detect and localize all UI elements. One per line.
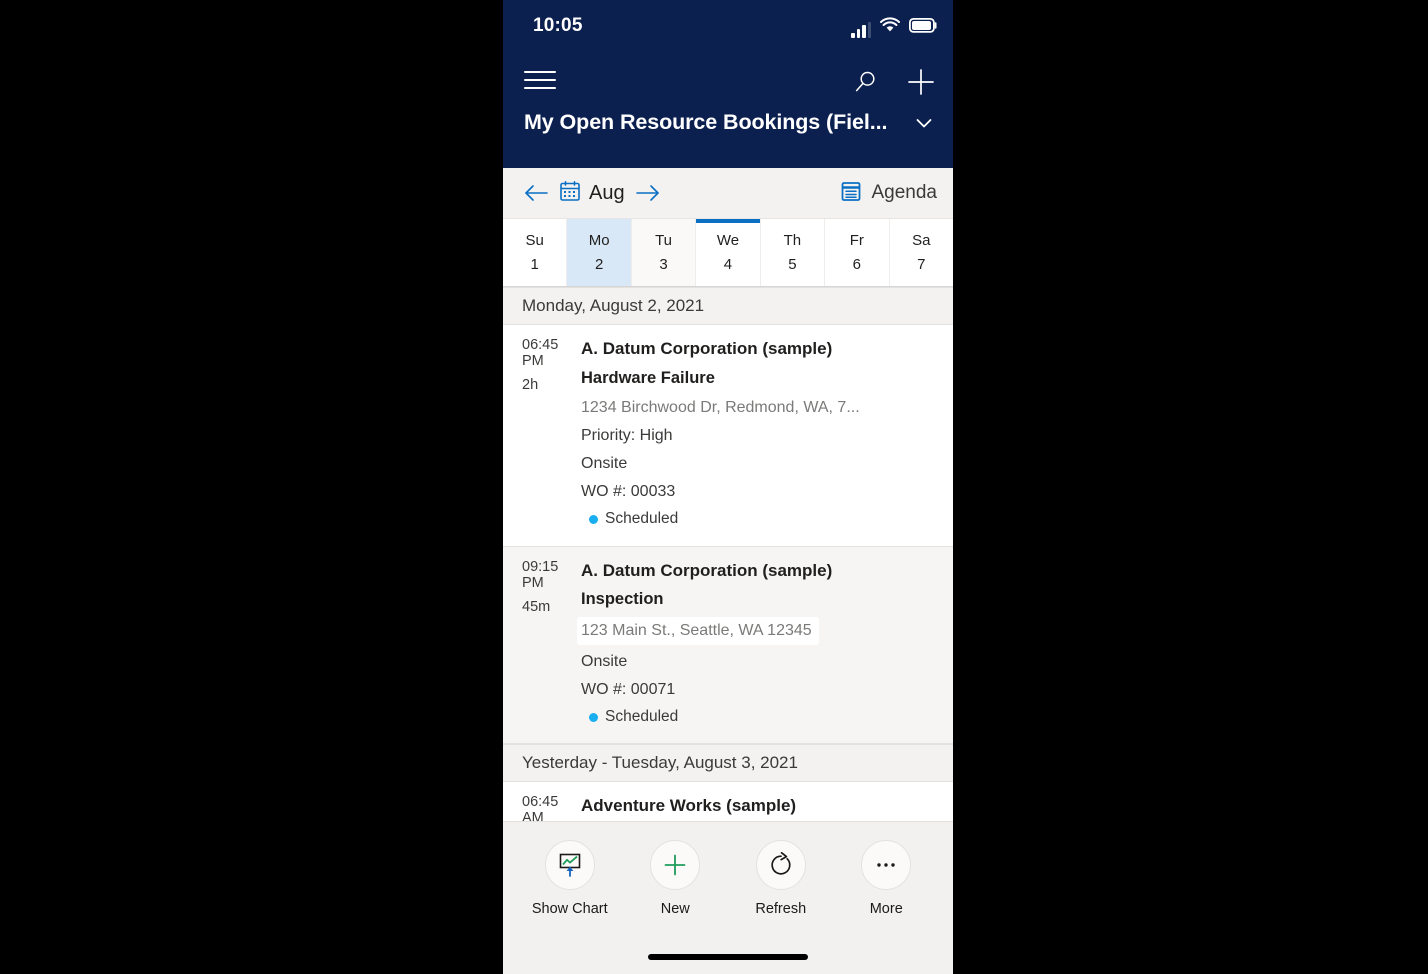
view-selector[interactable]: My Open Resource Bookings (Fiel... xyxy=(503,110,953,135)
battery-icon xyxy=(908,17,937,38)
booking-work-order-number: WO #: 00071 xyxy=(581,680,676,698)
booking-time-column: 09:15 PM 45m xyxy=(503,559,581,734)
day-of-week-label: Tu xyxy=(655,232,673,249)
day-cell-mo[interactable]: Mo 2 xyxy=(567,219,632,286)
app-bar: My Open Resource Bookings (Fiel... xyxy=(503,56,953,168)
signal-icon xyxy=(851,22,871,38)
booking-details: A. Datum Corporation (sample) Inspection 1… xyxy=(577,559,953,734)
booking-start-time: 06:45 AM xyxy=(522,794,559,821)
booking-list-item[interactable]: 06:45 PM 2h A. Datum Corporation (sample) H… xyxy=(503,325,953,547)
day-of-week-label: We xyxy=(716,232,740,249)
month-label: Aug xyxy=(589,181,625,204)
previous-period-button[interactable] xyxy=(519,178,553,208)
calendar-toolbar: Aug Agenda xyxy=(503,168,953,219)
bookings-list[interactable]: Monday, August 2, 2021 06:45 PM 2h A. Datum… xyxy=(503,287,953,821)
day-cell-we[interactable]: We 4 xyxy=(696,219,761,286)
home-indicator xyxy=(503,954,953,960)
agenda-label: Agenda xyxy=(871,182,937,203)
status-bar-clock: 10:05 xyxy=(533,15,583,36)
calendar-icon xyxy=(559,180,581,207)
plus-icon[interactable] xyxy=(650,840,701,890)
booking-details: Adventure Works (sample)456 Main St., Se… xyxy=(581,794,953,821)
booking-start-time: 06:45 PM xyxy=(522,337,559,369)
booking-location-type: Onsite xyxy=(581,454,628,472)
day-number-label: 5 xyxy=(788,256,797,273)
booking-location-type: Onsite xyxy=(581,652,628,670)
command-button-more[interactable]: More xyxy=(834,840,940,917)
command-label: More xyxy=(869,901,903,917)
booking-list-item[interactable]: 09:15 PM 45m A. Datum Corporation (sample)… xyxy=(503,546,953,745)
day-number-label: 3 xyxy=(659,256,668,273)
day-number-label: 6 xyxy=(852,256,861,273)
agenda-view-button[interactable]: Agenda xyxy=(840,180,937,207)
week-day-strip: Su 1 Mo 2 Tu 3 We 4 Th 5 Fr 6 Sa 7 xyxy=(503,219,953,287)
day-of-week-label: Su xyxy=(525,232,544,249)
day-number-label: 2 xyxy=(594,256,604,273)
booking-account-name: Adventure Works (sample) xyxy=(581,796,797,816)
next-period-button[interactable] xyxy=(631,178,665,208)
day-cell-sa[interactable]: Sa 7 xyxy=(889,219,953,286)
day-of-week-label: Th xyxy=(783,232,802,249)
day-cell-tu[interactable]: Tu 3 xyxy=(631,219,697,286)
command-label: Show Chart xyxy=(531,901,608,917)
search-icon[interactable] xyxy=(847,64,883,100)
booking-work-order-number: WO #: 00033 xyxy=(581,483,676,501)
command-button-new[interactable]: New xyxy=(623,840,729,917)
new-record-plus-icon[interactable] xyxy=(903,64,939,100)
booking-duration: 2h xyxy=(522,377,539,393)
booking-account-name: A. Datum Corporation (sample) xyxy=(581,560,833,580)
refresh-icon[interactable] xyxy=(755,840,806,890)
phone-screen: 10:05 My Open Resource Bookings (Fiel...… xyxy=(503,0,953,974)
booking-address: 123 Main St., Seattle, WA 12345 xyxy=(577,617,819,645)
status-dot-icon xyxy=(589,712,598,722)
wifi-icon xyxy=(880,17,900,38)
status-dot-icon xyxy=(589,515,598,525)
status-bar: 10:05 xyxy=(503,0,953,56)
booking-time-column: 06:45 AM30m xyxy=(503,794,581,821)
day-of-week-label: Mo xyxy=(588,232,610,249)
booking-start-time: 09:15 PM xyxy=(522,558,559,591)
chevron-down-icon[interactable] xyxy=(913,112,935,134)
booking-duration: 45m xyxy=(522,598,551,615)
day-cell-th[interactable]: Th 5 xyxy=(760,219,826,286)
show-chart-icon[interactable] xyxy=(544,840,595,890)
date-group-header: Yesterday - Tuesday, August 3, 2021 xyxy=(503,744,953,783)
hamburger-menu-icon[interactable] xyxy=(524,68,556,92)
booking-address: 1234 Birchwood Dr, Redmond, WA, 7... xyxy=(581,398,860,416)
booking-list-item[interactable]: 06:45 AM30mAdventure Works (sample)456 M… xyxy=(503,782,953,821)
app-bar-actions xyxy=(847,64,939,100)
command-label: Refresh xyxy=(755,901,807,917)
booking-time-column: 06:45 PM 2h xyxy=(503,337,581,536)
day-number-label: 1 xyxy=(530,256,539,273)
booking-work-type: Inspection xyxy=(581,590,664,609)
booking-account-name: A. Datum Corporation (sample) xyxy=(581,339,833,358)
month-picker-button[interactable]: Aug xyxy=(559,180,625,207)
agenda-calendar-icon xyxy=(840,180,862,207)
day-number-label: 4 xyxy=(723,256,733,273)
booking-priority: Priority: High xyxy=(581,426,673,444)
status-bar-icons xyxy=(851,16,937,38)
day-of-week-label: Fr xyxy=(849,232,864,249)
booking-status: Scheduled xyxy=(581,508,941,530)
command-bar: Show Chart New Refresh More xyxy=(503,821,953,917)
command-button-show-chart[interactable]: Show Chart xyxy=(517,840,623,917)
status-label: Scheduled xyxy=(605,707,679,725)
booking-status: Scheduled xyxy=(581,706,941,728)
status-label: Scheduled xyxy=(605,510,679,528)
day-of-week-label: Sa xyxy=(912,232,931,249)
date-group-header: Monday, August 2, 2021 xyxy=(503,287,953,325)
booking-details: A. Datum Corporation (sample) Hardware Fa… xyxy=(581,337,953,536)
ellipsis-icon[interactable] xyxy=(861,840,912,890)
command-button-refresh[interactable]: Refresh xyxy=(728,840,834,917)
day-number-label: 7 xyxy=(917,256,926,273)
day-cell-su[interactable]: Su 1 xyxy=(503,219,568,286)
booking-work-type: Hardware Failure xyxy=(581,368,715,387)
day-cell-fr[interactable]: Fr 6 xyxy=(825,219,890,286)
page-title: My Open Resource Bookings (Fiel... xyxy=(524,110,888,134)
command-label: New xyxy=(660,901,690,917)
